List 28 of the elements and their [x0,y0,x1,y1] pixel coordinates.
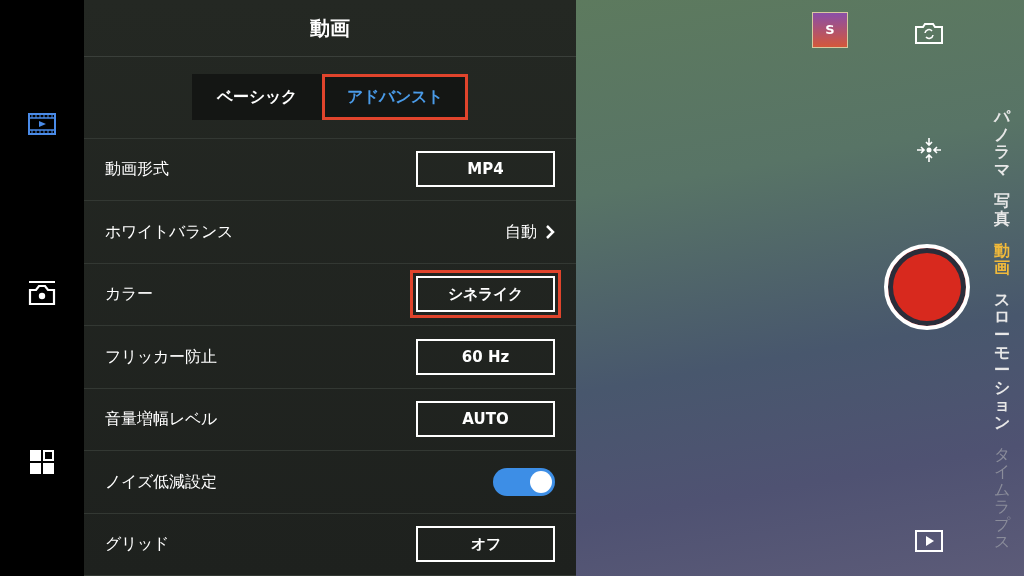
play-icon[interactable] [915,530,943,552]
setting-link[interactable]: 自動 [505,219,555,244]
mode-label[interactable]: 動画 [994,241,1010,277]
value-button[interactable]: シネライク [416,276,555,313]
setting-label: 動画形式 [105,158,169,181]
value-button[interactable]: MP4 [416,151,555,188]
film-icon[interactable] [28,111,56,136]
switch-camera-icon[interactable] [915,22,943,44]
chevron-right-icon [545,223,555,240]
setting-label: フリッカー防止 [105,345,217,368]
toggle-switch[interactable] [493,467,555,496]
tab[interactable]: アドバンスト [322,74,468,121]
value-button[interactable]: 60 Hz [416,338,555,375]
camera-icon[interactable] [28,279,56,306]
setting-label: ノイズ低減設定 [105,470,217,493]
value-button[interactable]: オフ [416,526,555,563]
mode-label[interactable]: スローモーション [994,290,1010,432]
setting-label: 音量増幅レベル [105,408,217,431]
panel-title: 動画 [310,15,350,43]
grid-icon[interactable] [30,449,54,475]
setting-label: グリッド [105,533,169,556]
mode-label[interactable]: 写真 [994,192,1010,228]
setting-label: ホワイトバランス [105,220,233,243]
setting-label: カラー [105,283,153,306]
mode-label[interactable]: パノラマ [994,108,1010,179]
focus-icon[interactable] [915,137,943,163]
value-button[interactable]: AUTO [416,401,555,438]
gallery-thumbnail[interactable]: S [812,12,848,48]
